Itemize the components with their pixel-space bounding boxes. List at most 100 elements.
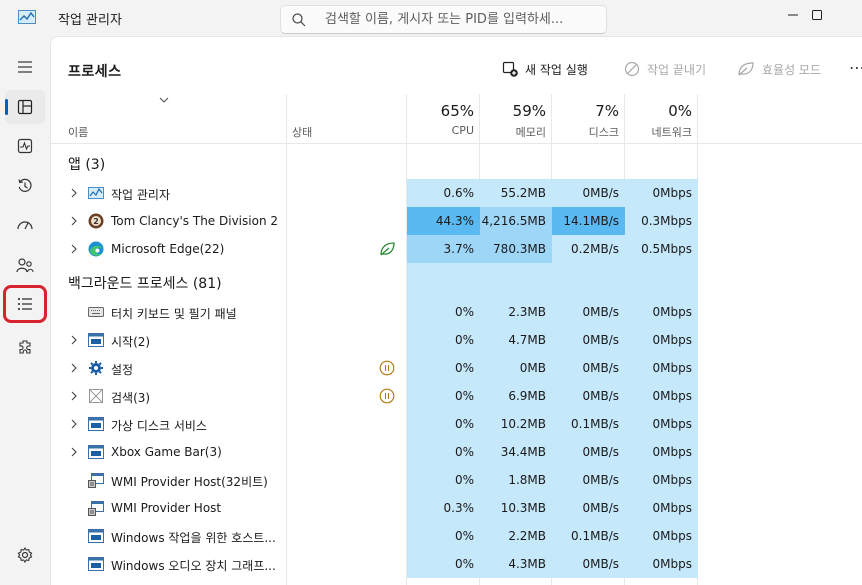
chevron-right-icon[interactable] [70,188,78,198]
nav-performance[interactable] [5,129,45,163]
nav-startup-apps[interactable] [5,208,45,242]
chevron-right-icon[interactable] [70,447,78,457]
window-icon [88,417,104,431]
cpu-cell: 0% [407,438,480,466]
services-icon [19,340,31,354]
run-new-task-button[interactable]: 새 작업 실행 [502,60,588,78]
memory-cell: 1.8MB [480,466,552,494]
chevron-right-icon[interactable] [70,363,78,373]
chevron-down-icon [159,97,169,103]
division2-icon: 2 [88,213,104,229]
process-name: Windows 오디오 장치 그래프... [111,559,276,573]
maximize-button[interactable] [794,0,840,30]
nav-details[interactable] [3,285,47,323]
end-task-icon [624,61,640,77]
memory-cell: 0MB [480,354,552,382]
chevron-right-icon[interactable] [70,244,78,254]
memory-cell: 2.2MB [480,522,552,550]
chevron-right-icon[interactable] [70,391,78,401]
startup-icon [17,221,33,230]
task-manager-icon [88,187,104,199]
table-row[interactable]: 설정 0% 0MB 0MB/s 0Mbps [51,354,862,382]
cpu-cell: 0% [407,410,480,438]
search-input[interactable] [325,9,595,30]
chevron-right-icon[interactable] [70,419,78,429]
disk-cell: 0MB/s [552,382,625,410]
history-icon [18,178,32,192]
efficiency-mode-label: 효율성 모드 [762,62,822,77]
memory-cell: 34.4MB [480,438,552,466]
search-box[interactable] [280,5,607,34]
cpu-cell: 0% [407,326,480,354]
process-name: WMI Provider Host(32비트) [111,475,268,489]
disk-total: 7% [595,102,619,120]
table-row[interactable]: 시작(2) 0% 4.7MB 0MB/s 0Mbps [51,326,862,354]
network-cell: 0Mbps [625,466,698,494]
nav-processes[interactable] [5,90,45,124]
memory-label: 메모리 [515,126,546,139]
paused-icon [379,388,395,404]
network-cell: 0.5Mbps [625,235,698,263]
network-cell: 0Mbps [625,298,698,326]
column-header-name[interactable]: 이름 [68,124,88,140]
run-new-task-label: 새 작업 실행 [525,62,588,77]
disk-cell: 0MB/s [552,494,625,522]
disk-cell: 0MB/s [552,298,625,326]
table-row[interactable]: Windows 작업을 위한 호스트... 0% 2.2MB 0.1MB/s 0Mbps [51,522,862,550]
table-row[interactable]: 터치 키보드 및 필기 패널 0% 2.3MB 0MB/s 0Mbps [51,298,862,326]
nav-settings[interactable] [5,538,45,572]
hamburger-menu-button[interactable] [5,50,45,84]
performance-icon [17,138,33,154]
process-name: 설정 [111,363,134,377]
table-row[interactable]: 2 Tom Clancy's The Division 2 44.3% 4,216.5… [51,207,862,235]
table-row[interactable]: 작업 관리자 0.6% 55.2MB 0MB/s 0Mbps [51,179,862,207]
details-icon [18,298,32,310]
column-header-status[interactable]: 상태 [292,124,312,140]
settings-icon [17,547,33,563]
cpu-label: CPU [451,124,474,137]
task-manager-icon [18,10,36,24]
memory-total: 59% [512,102,546,120]
processes-icon [17,99,33,115]
chevron-right-icon[interactable] [70,216,78,226]
column-header-cpu[interactable]: 65% CPU [407,94,480,144]
edge-icon [88,241,104,257]
nav-services[interactable] [5,330,45,364]
memory-cell: 4.3MB [480,550,552,578]
more-options-button[interactable]: ⋯ [849,58,862,77]
disk-cell: 0.1MB/s [552,410,625,438]
cpu-cell: 0% [407,382,480,410]
process-name: 검색(3) [111,391,151,405]
table-row[interactable]: WMI Provider Host 0.3% 10.3MB 0MB/s 0Mbps [51,494,862,522]
table-row[interactable]: Xbox Game Bar(3) 0% 34.4MB 0MB/s 0Mbps [51,438,862,466]
disk-cell: 0MB/s [552,466,625,494]
end-task-label: 작업 끝내기 [647,62,707,77]
column-header-network[interactable]: 0% 네트워크 [625,94,698,144]
efficiency-mode-button[interactable]: 효율성 모드 [737,60,821,78]
network-cell: 0Mbps [625,354,698,382]
column-header-disk[interactable]: 7% 디스크 [552,94,625,144]
memory-cell: 10.2MB [480,410,552,438]
column-header-memory[interactable]: 59% 메모리 [480,94,552,144]
app-title: 작업 관리자 [58,13,122,28]
end-task-button[interactable]: 작업 끝내기 [624,60,706,78]
nav-app-history[interactable] [5,169,45,203]
network-cell: 0Mbps [625,522,698,550]
table-row[interactable]: Microsoft Edge(22) 3.7% 780.3MB 0.2MB/s 0.5M… [51,235,862,263]
group-label: 백그라운드 프로세스 (81) [68,276,222,292]
network-cell: 0Mbps [625,494,698,522]
heat-filler [625,263,698,298]
window-icon [88,529,104,543]
table-row[interactable]: 검색(3) 0% 6.9MB 0MB/s 0Mbps [51,382,862,410]
chevron-right-icon[interactable] [70,335,78,345]
nav-users[interactable] [5,248,45,282]
table-row[interactable]: 가상 디스크 서비스 0% 10.2MB 0.1MB/s 0Mbps [51,410,862,438]
heat-filler [407,263,480,298]
heat-filler [480,263,552,298]
cpu-cell: 0.3% [407,494,480,522]
table-row[interactable]: Windows 오디오 장치 그래프... 0% 4.3MB 0MB/s 0Mbps [51,550,862,578]
group-header-background: 백그라운드 프로세스 (81) [51,263,862,298]
network-label: 네트워크 [651,126,692,139]
memory-cell: 55.2MB [480,179,552,207]
table-row[interactable]: WMI Provider Host(32비트) 0% 1.8MB 0MB/s 0Mbps [51,466,862,494]
